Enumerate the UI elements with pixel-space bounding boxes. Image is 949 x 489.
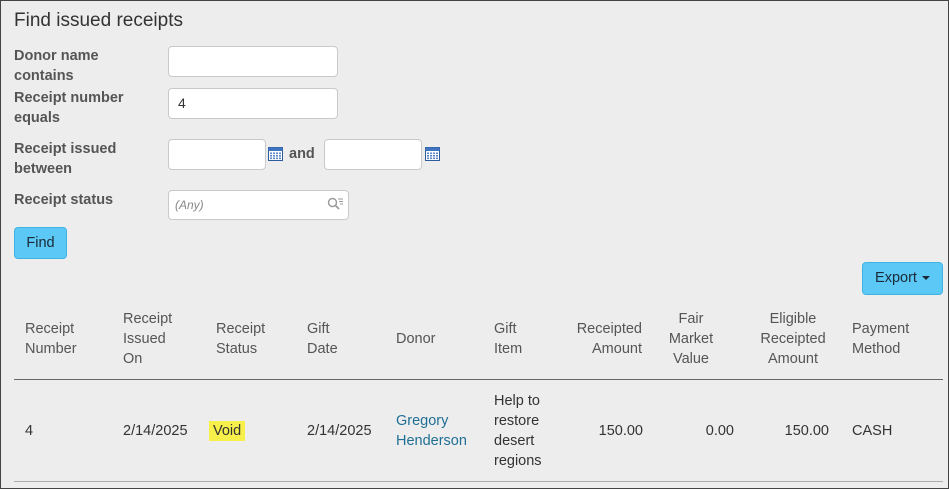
and-label: and — [289, 146, 315, 162]
receipt-status-label: Receipt status — [14, 192, 114, 208]
search-filter-icon — [327, 197, 343, 210]
export-label: Export — [875, 270, 917, 286]
cell-receipted-amount: 150.00 — [598, 423, 643, 439]
cell-fair-market-value: 0.00 — [705, 423, 734, 439]
find-button[interactable]: Find — [14, 227, 67, 259]
cell-gift-date: 2/14/2025 — [307, 423, 372, 439]
export-button[interactable]: Export — [862, 262, 943, 295]
donor-name-label: Donor name contains — [14, 48, 99, 84]
receipt-number-label: Receipt number equals — [14, 90, 124, 126]
receipt-status-placeholder: (Any) — [175, 198, 204, 212]
receipt-number-input[interactable]: 4 — [168, 88, 338, 119]
donor-name-input[interactable] — [168, 46, 338, 77]
column-header-gift-date[interactable]: Gift Date — [307, 319, 357, 359]
status-badge: Void — [209, 421, 246, 441]
calendar-icon[interactable] — [268, 147, 283, 161]
column-header-receipted-amount[interactable]: Receipted Amount — [564, 319, 642, 359]
issued-to-date-input[interactable] — [324, 139, 422, 170]
page-title: Find issued receipts — [14, 10, 183, 31]
column-header-gift-item[interactable]: Gift Item — [494, 319, 544, 359]
cell-receipt-number: 4 — [25, 423, 34, 439]
caret-down-icon — [921, 276, 930, 281]
cell-eligible-amount: 150.00 — [784, 423, 829, 439]
cell-payment-method: CASH — [852, 423, 893, 439]
column-header-receipt-status[interactable]: Receipt Status — [216, 319, 276, 359]
issued-between-label: Receipt issued between — [14, 141, 117, 177]
column-header-receipt-number[interactable]: Receipt Number — [25, 319, 95, 359]
issued-from-date-input[interactable] — [168, 139, 266, 170]
cell-gift-item: Help to restore desert regions — [494, 393, 542, 469]
column-header-receipt-issued-on[interactable]: Receipt Issued On — [123, 309, 183, 369]
column-header-payment-method[interactable]: Payment Method — [852, 319, 922, 359]
table-row-divider — [14, 481, 943, 482]
cell-issued-on: 2/14/2025 — [123, 423, 188, 439]
calendar-icon[interactable] — [425, 147, 440, 161]
column-header-fair-market-value[interactable]: Fair Market Value — [656, 309, 726, 369]
find-receipts-panel: Find issued receipts Donor name contains… — [0, 0, 949, 489]
table-header-divider — [14, 379, 943, 380]
column-header-donor[interactable]: Donor — [396, 329, 456, 349]
column-header-eligible-receipted-amount[interactable]: Eligible Receipted Amount — [753, 309, 833, 369]
receipt-status-select[interactable]: (Any) — [168, 190, 349, 220]
donor-link[interactable]: Gregory Henderson — [396, 411, 476, 451]
